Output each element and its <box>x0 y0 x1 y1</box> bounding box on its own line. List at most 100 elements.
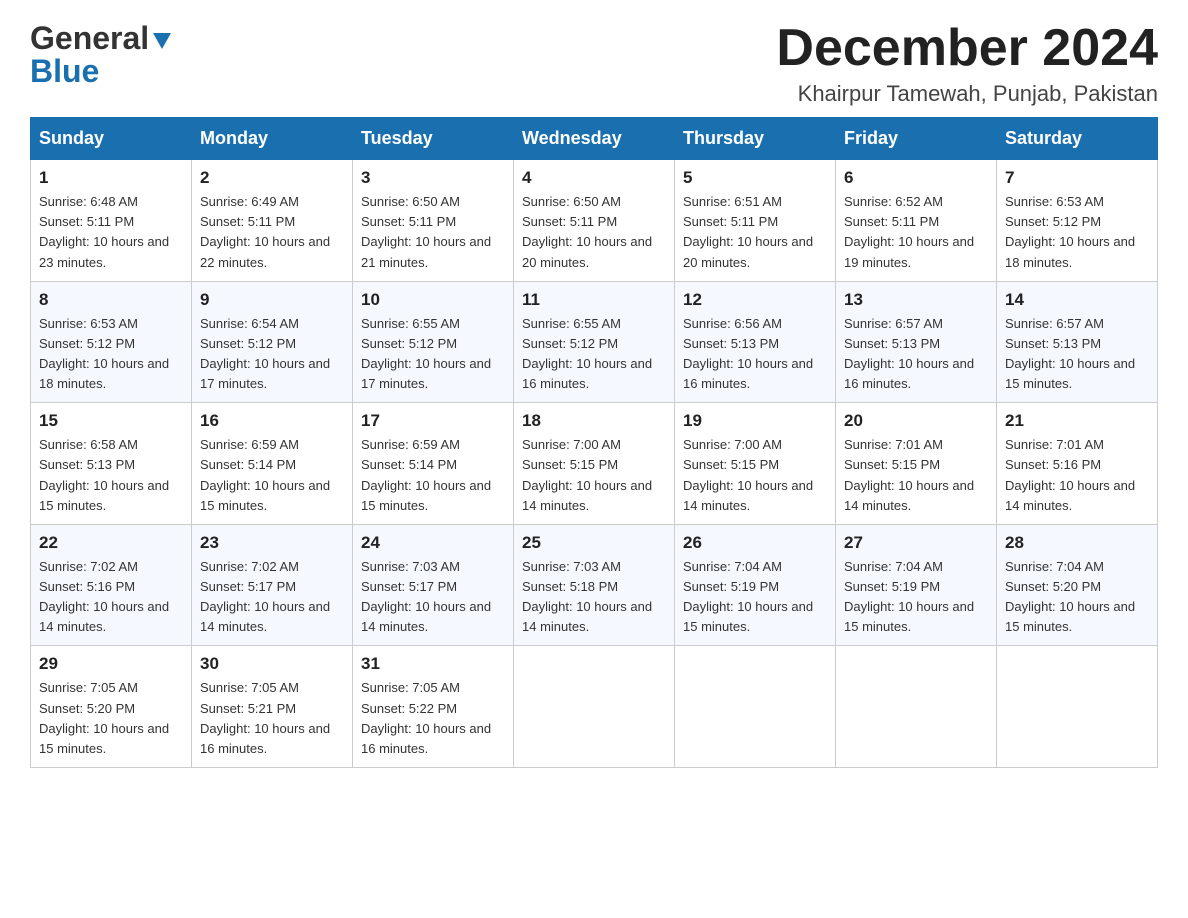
day-number: 2 <box>200 168 344 188</box>
day-number: 27 <box>844 533 988 553</box>
day-number: 9 <box>200 290 344 310</box>
day-info: Sunrise: 6:54 AMSunset: 5:12 PMDaylight:… <box>200 314 344 395</box>
calendar-cell <box>675 646 836 768</box>
calendar-cell: 13Sunrise: 6:57 AMSunset: 5:13 PMDayligh… <box>836 281 997 403</box>
calendar-col-header-tuesday: Tuesday <box>353 118 514 160</box>
day-number: 4 <box>522 168 666 188</box>
calendar-cell: 17 Sunrise: 6:59 AMSunset: 5:14 PMDayligh… <box>353 403 514 525</box>
calendar-week-row-3: 15 Sunrise: 6:58 AMSunset: 5:13 PMDayligh… <box>31 403 1158 525</box>
day-info: Sunrise: 6:53 AMSunset: 5:12 PMDaylight:… <box>39 314 183 395</box>
calendar-cell: 19Sunrise: 7:00 AMSunset: 5:15 PMDayligh… <box>675 403 836 525</box>
calendar-week-row-1: 1 Sunrise: 6:48 AMSunset: 5:11 PMDaylight… <box>31 160 1158 282</box>
calendar-cell <box>514 646 675 768</box>
day-number: 1 <box>39 168 183 188</box>
calendar-cell: 11 Sunrise: 6:55 AMSunset: 5:12 PMDayligh… <box>514 281 675 403</box>
calendar-cell: 31 Sunrise: 7:05 AMSunset: 5:22 PMDayligh… <box>353 646 514 768</box>
calendar-cell: 26 Sunrise: 7:04 AMSunset: 5:19 PMDayligh… <box>675 524 836 646</box>
calendar-col-header-wednesday: Wednesday <box>514 118 675 160</box>
calendar-title-block: December 2024 Khairpur Tamewah, Punjab, … <box>776 20 1158 107</box>
calendar-col-header-monday: Monday <box>192 118 353 160</box>
day-number: 28 <box>1005 533 1149 553</box>
day-number: 19 <box>683 411 827 431</box>
day-number: 17 <box>361 411 505 431</box>
day-info: Sunrise: 6:48 AMSunset: 5:11 PMDaylight:… <box>39 192 183 273</box>
calendar-cell: 27 Sunrise: 7:04 AMSunset: 5:19 PMDayligh… <box>836 524 997 646</box>
day-number: 24 <box>361 533 505 553</box>
calendar-header-row: SundayMondayTuesdayWednesdayThursdayFrid… <box>31 118 1158 160</box>
day-number: 21 <box>1005 411 1149 431</box>
calendar-week-row-4: 22Sunrise: 7:02 AMSunset: 5:16 PMDayligh… <box>31 524 1158 646</box>
calendar-cell: 14Sunrise: 6:57 AMSunset: 5:13 PMDayligh… <box>997 281 1158 403</box>
day-info: Sunrise: 7:01 AMSunset: 5:15 PMDaylight:… <box>844 435 988 516</box>
calendar-cell: 23Sunrise: 7:02 AMSunset: 5:17 PMDayligh… <box>192 524 353 646</box>
calendar-cell: 6 Sunrise: 6:52 AMSunset: 5:11 PMDaylight… <box>836 160 997 282</box>
day-number: 3 <box>361 168 505 188</box>
calendar-cell: 12 Sunrise: 6:56 AMSunset: 5:13 PMDayligh… <box>675 281 836 403</box>
calendar-cell <box>997 646 1158 768</box>
day-info: Sunrise: 6:51 AMSunset: 5:11 PMDaylight:… <box>683 192 827 273</box>
day-number: 11 <box>522 290 666 310</box>
day-number: 18 <box>522 411 666 431</box>
day-info: Sunrise: 6:50 AMSunset: 5:11 PMDaylight:… <box>522 192 666 273</box>
day-number: 10 <box>361 290 505 310</box>
day-info: Sunrise: 6:53 AMSunset: 5:12 PMDaylight:… <box>1005 192 1149 273</box>
logo: General Blue <box>30 20 173 90</box>
calendar-col-header-saturday: Saturday <box>997 118 1158 160</box>
calendar-table: SundayMondayTuesdayWednesdayThursdayFrid… <box>30 117 1158 768</box>
calendar-cell: 20 Sunrise: 7:01 AMSunset: 5:15 PMDayligh… <box>836 403 997 525</box>
day-info: Sunrise: 7:00 AMSunset: 5:15 PMDaylight:… <box>522 435 666 516</box>
day-info: Sunrise: 7:05 AMSunset: 5:21 PMDaylight:… <box>200 678 344 759</box>
day-number: 16 <box>200 411 344 431</box>
calendar-cell <box>836 646 997 768</box>
calendar-cell: 16 Sunrise: 6:59 AMSunset: 5:14 PMDayligh… <box>192 403 353 525</box>
day-number: 31 <box>361 654 505 674</box>
day-info: Sunrise: 7:04 AMSunset: 5:19 PMDaylight:… <box>844 557 988 638</box>
location-subtitle: Khairpur Tamewah, Punjab, Pakistan <box>776 81 1158 107</box>
calendar-cell: 15 Sunrise: 6:58 AMSunset: 5:13 PMDayligh… <box>31 403 192 525</box>
calendar-cell: 2 Sunrise: 6:49 AMSunset: 5:11 PMDaylight… <box>192 160 353 282</box>
day-number: 20 <box>844 411 988 431</box>
day-info: Sunrise: 7:02 AMSunset: 5:16 PMDaylight:… <box>39 557 183 638</box>
calendar-cell: 4 Sunrise: 6:50 AMSunset: 5:11 PMDaylight… <box>514 160 675 282</box>
calendar-cell: 1 Sunrise: 6:48 AMSunset: 5:11 PMDaylight… <box>31 160 192 282</box>
day-info: Sunrise: 6:56 AMSunset: 5:13 PMDaylight:… <box>683 314 827 395</box>
day-info: Sunrise: 6:55 AMSunset: 5:12 PMDaylight:… <box>522 314 666 395</box>
day-info: Sunrise: 7:03 AMSunset: 5:17 PMDaylight:… <box>361 557 505 638</box>
day-info: Sunrise: 6:55 AMSunset: 5:12 PMDaylight:… <box>361 314 505 395</box>
calendar-cell: 22Sunrise: 7:02 AMSunset: 5:16 PMDayligh… <box>31 524 192 646</box>
day-info: Sunrise: 6:59 AMSunset: 5:14 PMDaylight:… <box>361 435 505 516</box>
day-info: Sunrise: 7:05 AMSunset: 5:22 PMDaylight:… <box>361 678 505 759</box>
day-info: Sunrise: 6:49 AMSunset: 5:11 PMDaylight:… <box>200 192 344 273</box>
day-number: 12 <box>683 290 827 310</box>
calendar-cell: 24 Sunrise: 7:03 AMSunset: 5:17 PMDayligh… <box>353 524 514 646</box>
calendar-col-header-friday: Friday <box>836 118 997 160</box>
day-info: Sunrise: 7:05 AMSunset: 5:20 PMDaylight:… <box>39 678 183 759</box>
day-info: Sunrise: 6:50 AMSunset: 5:11 PMDaylight:… <box>361 192 505 273</box>
calendar-col-header-thursday: Thursday <box>675 118 836 160</box>
calendar-cell: 30 Sunrise: 7:05 AMSunset: 5:21 PMDayligh… <box>192 646 353 768</box>
day-info: Sunrise: 6:59 AMSunset: 5:14 PMDaylight:… <box>200 435 344 516</box>
calendar-cell: 9 Sunrise: 6:54 AMSunset: 5:12 PMDaylight… <box>192 281 353 403</box>
day-info: Sunrise: 6:57 AMSunset: 5:13 PMDaylight:… <box>1005 314 1149 395</box>
calendar-cell: 25Sunrise: 7:03 AMSunset: 5:18 PMDayligh… <box>514 524 675 646</box>
day-number: 23 <box>200 533 344 553</box>
day-number: 29 <box>39 654 183 674</box>
calendar-cell: 28 Sunrise: 7:04 AMSunset: 5:20 PMDayligh… <box>997 524 1158 646</box>
calendar-cell: 29 Sunrise: 7:05 AMSunset: 5:20 PMDayligh… <box>31 646 192 768</box>
logo-triangle-icon <box>151 29 173 51</box>
day-info: Sunrise: 7:04 AMSunset: 5:20 PMDaylight:… <box>1005 557 1149 638</box>
day-info: Sunrise: 6:58 AMSunset: 5:13 PMDaylight:… <box>39 435 183 516</box>
calendar-cell: 3 Sunrise: 6:50 AMSunset: 5:11 PMDaylight… <box>353 160 514 282</box>
calendar-cell: 18 Sunrise: 7:00 AMSunset: 5:15 PMDayligh… <box>514 403 675 525</box>
day-number: 5 <box>683 168 827 188</box>
day-info: Sunrise: 6:52 AMSunset: 5:11 PMDaylight:… <box>844 192 988 273</box>
day-number: 30 <box>200 654 344 674</box>
day-number: 15 <box>39 411 183 431</box>
page-header: General Blue December 2024 Khairpur Tame… <box>30 20 1158 107</box>
calendar-cell: 5 Sunrise: 6:51 AMSunset: 5:11 PMDaylight… <box>675 160 836 282</box>
day-number: 6 <box>844 168 988 188</box>
day-number: 26 <box>683 533 827 553</box>
calendar-cell: 10 Sunrise: 6:55 AMSunset: 5:12 PMDayligh… <box>353 281 514 403</box>
day-number: 7 <box>1005 168 1149 188</box>
day-info: Sunrise: 7:04 AMSunset: 5:19 PMDaylight:… <box>683 557 827 638</box>
